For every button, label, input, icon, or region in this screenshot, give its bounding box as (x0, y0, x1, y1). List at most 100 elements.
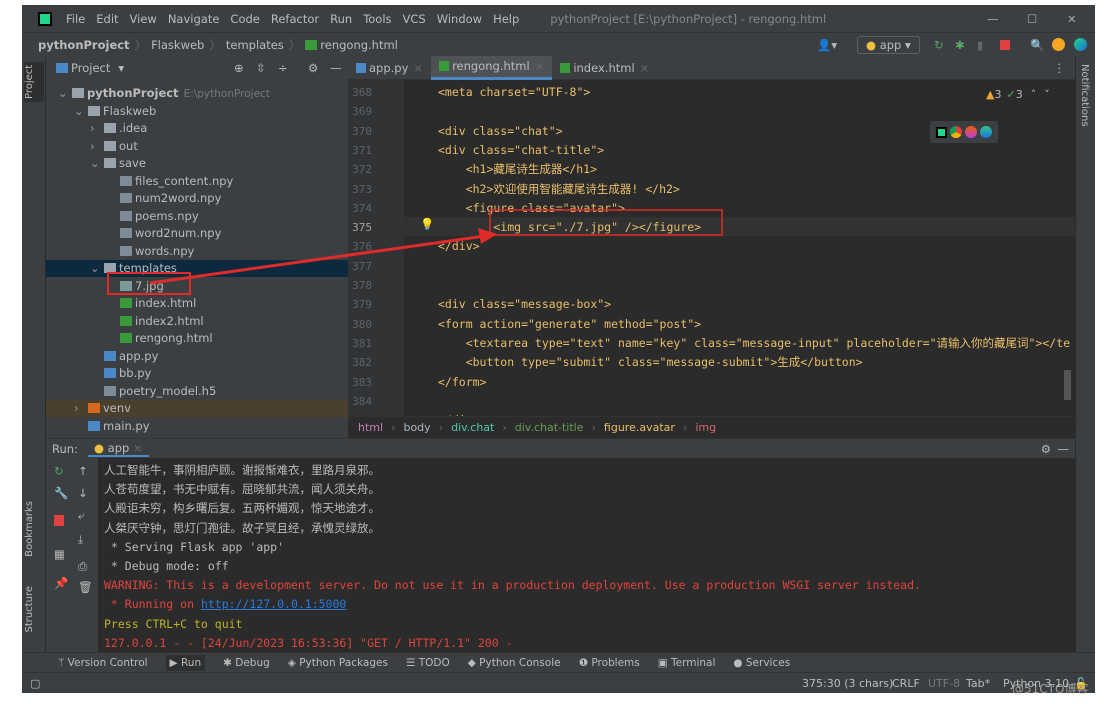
chevron-down-icon[interactable]: ▾ (118, 61, 124, 75)
run-tab-app[interactable]: ● app × (87, 441, 149, 457)
rerun-icon[interactable]: ↻ (54, 464, 64, 478)
scroll-to-end-icon[interactable]: ⤓ (78, 532, 83, 547)
soft-wrap-icon[interactable]: ⤶ (78, 508, 84, 523)
console-link[interactable]: http://127.0.0.1:5000 (201, 597, 346, 611)
project-view-select[interactable]: Project (71, 61, 110, 75)
coverage-icon[interactable]: ▮ (977, 38, 983, 52)
search-icon[interactable]: 🔍 (1030, 38, 1044, 52)
tab-close-icon[interactable]: × (640, 61, 650, 75)
stop-icon[interactable] (1000, 39, 1010, 50)
tab-close-icon[interactable]: × (133, 441, 143, 455)
tree-item[interactable]: files_content.npy (46, 173, 348, 190)
menu-edit[interactable]: Edit (96, 12, 118, 26)
tree-item[interactable]: ⌄ templates (46, 260, 348, 277)
breadcrumb-project[interactable]: pythonProject (38, 38, 130, 52)
rerun-icon[interactable]: ↻ (934, 38, 944, 52)
tree-item[interactable]: ⌄ pythonProject E:\pythonProject (46, 85, 348, 102)
editor-scrollbar[interactable] (1064, 370, 1071, 400)
menu-run[interactable]: Run (330, 12, 352, 26)
wrench-icon[interactable]: 🔧 (54, 486, 68, 500)
breadcrumb-templates[interactable]: templates (226, 38, 284, 52)
notifications-tool-button[interactable]: Notifications (1079, 64, 1090, 127)
chevron-down-icon[interactable]: ⌄ (90, 260, 104, 277)
tree-item[interactable]: main.py (46, 418, 348, 435)
stop-icon[interactable] (54, 515, 64, 526)
breadcrumb-flaskweb[interactable]: Flaskweb (151, 38, 204, 52)
run-config-select[interactable]: ● app ▾ (857, 36, 920, 54)
indent-setting[interactable]: Tab* (966, 677, 990, 690)
tree-item[interactable]: poems.npy (46, 208, 348, 225)
tool-window-version-control[interactable]: ᛘ Version Control (58, 657, 148, 669)
clear-all-icon[interactable]: 🗑 (78, 580, 93, 594)
menu-tools[interactable]: Tools (363, 12, 391, 26)
caret-position[interactable]: 375:30 (3 chars) (802, 677, 893, 690)
user-icon[interactable]: 👤▾ (817, 38, 837, 52)
more-tabs-icon[interactable]: ⋮ (1054, 61, 1066, 75)
expand-all-icon[interactable]: ⇳ (256, 61, 266, 75)
scroll-up-icon[interactable]: ↑ (78, 464, 88, 478)
menu-code[interactable]: Code (230, 12, 259, 26)
hide-panel-icon[interactable]: — (330, 61, 342, 75)
structure-tool-button[interactable]: Structure (24, 586, 35, 633)
settings-gear-icon[interactable]: ⚙ (308, 61, 318, 75)
chevron-right-icon[interactable]: › (90, 120, 104, 137)
tab-close-icon[interactable]: × (413, 61, 423, 75)
tree-item[interactable]: rengong.html (46, 330, 348, 347)
tool-window-terminal[interactable]: ▣ Terminal (658, 657, 716, 669)
tree-item[interactable]: ⌄ Flaskweb (46, 103, 348, 120)
chevron-right-icon[interactable]: › (90, 138, 104, 155)
menu-refactor[interactable]: Refactor (271, 12, 319, 26)
scroll-down-icon[interactable]: ↓ (78, 486, 88, 500)
tree-item[interactable]: poetry_model.h5 (46, 383, 348, 400)
tree-item[interactable]: › .idea (46, 120, 348, 137)
tree-item[interactable]: app.py (46, 348, 348, 365)
tab-app-py[interactable]: app.py × (348, 56, 431, 80)
tree-item[interactable]: index2.html (46, 313, 348, 330)
menu-view[interactable]: View (130, 12, 157, 26)
tab-index-html[interactable]: index.html × (552, 56, 657, 80)
path-crumb[interactable]: div.chat-title (515, 421, 584, 434)
tree-item[interactable]: › venv (46, 400, 348, 417)
debug-icon[interactable]: ✱ (955, 38, 965, 52)
update-icon[interactable] (1052, 38, 1065, 51)
tool-window-problems[interactable]: ❶ Problems (579, 657, 640, 669)
chrome-icon[interactable] (949, 126, 962, 138)
tree-item[interactable]: ⌄ save (46, 155, 348, 172)
menu-vcs[interactable]: VCS (403, 12, 426, 26)
minimize-button[interactable]: — (987, 12, 999, 26)
chevron-right-icon[interactable]: › (74, 400, 88, 417)
path-crumb[interactable]: img (695, 421, 716, 434)
path-crumb[interactable]: html (358, 421, 383, 434)
code-editor[interactable]: 368 <meta charset="UTF-8"> 369 370 <div clas… (348, 80, 1075, 416)
path-crumb[interactable]: div.chat (451, 421, 494, 434)
tree-item[interactable]: words.npy (46, 243, 348, 260)
run-hide-icon[interactable]: — (1058, 442, 1070, 456)
tree-item[interactable]: word2num.npy (46, 225, 348, 242)
run-settings-gear-icon[interactable]: ⚙ (1041, 442, 1051, 456)
collapse-all-icon[interactable]: ÷ (278, 61, 288, 75)
tree-item[interactable]: num2word.npy (46, 190, 348, 207)
chevron-down-icon[interactable]: ⌄ (90, 155, 104, 172)
jetbrains-toolbox-icon[interactable] (1074, 38, 1087, 51)
run-console[interactable]: 人工智能牛，事阴相庐顾。谢报惭难衣，里路月泉邪。 人苍苟度望，书无中赋有。屈晓郁共… (98, 458, 1075, 652)
layout-icon[interactable]: ▦ (54, 547, 65, 561)
menu-window[interactable]: Window (437, 12, 482, 26)
locate-icon[interactable]: ⊕ (234, 61, 244, 75)
print-icon[interactable]: ⎙ (78, 559, 87, 574)
menu-help[interactable]: Help (493, 12, 519, 26)
toggle-tool-windows-icon[interactable]: ▢ (30, 677, 40, 690)
tool-window-debug[interactable]: ✱ Debug (223, 657, 270, 669)
next-highlight-icon[interactable]: ˅ (1044, 88, 1050, 101)
edge-icon[interactable] (980, 126, 993, 138)
firefox-icon[interactable] (965, 126, 978, 138)
tool-window-python-packages[interactable]: ◈ Python Packages (288, 657, 388, 669)
tree-item[interactable]: bb.py (46, 365, 348, 382)
path-crumb[interactable]: figure.avatar (604, 421, 675, 434)
tool-window-run[interactable]: ▶ Run (165, 654, 206, 671)
menu-navigate[interactable]: Navigate (168, 12, 220, 26)
inspection-widget[interactable]: ▲ 3 ✓ 3 ˄ ˅ (986, 88, 1050, 101)
pin-icon[interactable]: 📌 (54, 576, 68, 590)
tab-rengong-html[interactable]: rengong.html × (431, 55, 553, 80)
tree-item[interactable]: 7.jpg (46, 278, 348, 295)
path-crumb[interactable]: body (403, 421, 430, 434)
